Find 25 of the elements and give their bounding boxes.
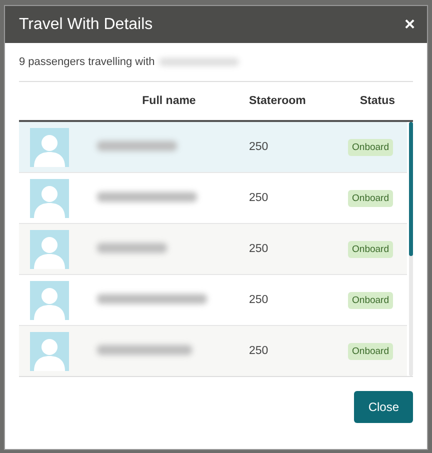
avatar-icon <box>30 128 69 166</box>
status-label: Onboard <box>348 240 393 258</box>
status-label: Onboard <box>348 138 393 156</box>
status-label: Onboard <box>348 190 393 206</box>
avatar-icon <box>30 178 69 218</box>
passenger-row[interactable]: 250 Onboard <box>19 326 407 376</box>
stateroom-cell-text: 250 <box>249 192 270 204</box>
column-header: Full name <box>142 95 196 107</box>
avatar-icon <box>30 230 69 268</box>
avatar-icon <box>30 280 69 320</box>
passenger-row[interactable]: 250 Onboard <box>19 122 407 173</box>
column-header: Stateroom <box>249 95 306 107</box>
status-label: Onboard <box>348 292 393 308</box>
passenger-count-text: 9 passengers travelling with <box>19 56 155 68</box>
stateroom-cell-text: 250 <box>249 345 270 357</box>
column-header: Status <box>360 95 395 107</box>
passenger-row[interactable]: 250 Onboard <box>19 224 407 275</box>
status-label: Onboard <box>348 342 393 360</box>
scrollbar[interactable] <box>409 122 413 376</box>
close-button[interactable]: Close <box>354 391 413 423</box>
stateroom-cell-text: 250 <box>249 294 270 306</box>
avatar-icon <box>30 332 69 370</box>
dialog-title: Travel With Details <box>19 16 153 34</box>
stateroom-cell-text: 250 <box>249 141 270 153</box>
stateroom-cell-text: 250 <box>249 243 270 255</box>
